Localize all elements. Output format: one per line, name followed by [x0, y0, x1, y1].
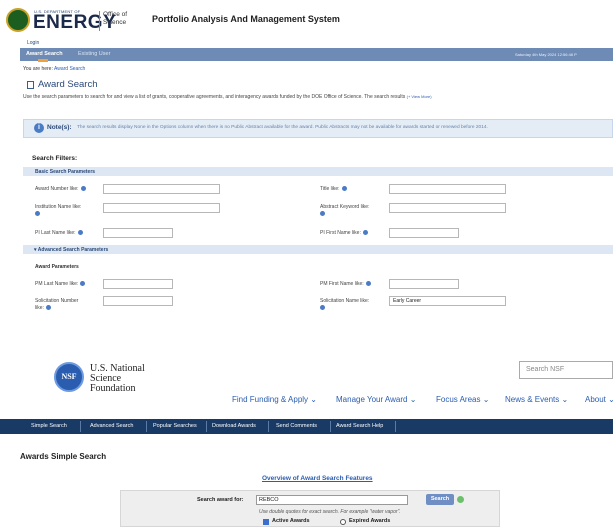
pi-first-name-input[interactable]	[389, 228, 459, 238]
help-icon[interactable]	[341, 186, 347, 192]
office-line-2: Science	[103, 19, 127, 26]
go-icon[interactable]	[457, 496, 464, 503]
help-icon[interactable]	[80, 281, 86, 287]
bar-advanced-search[interactable]: Advanced Search	[90, 423, 133, 429]
active-tab-indicator	[38, 59, 48, 62]
tab-award-search[interactable]: Award Search	[26, 51, 63, 57]
pi-last-name-input[interactable]	[103, 228, 173, 238]
solicitation-name-label: Solicitation Name like:	[320, 298, 380, 312]
title-label: Title like:	[320, 186, 347, 193]
overview-link[interactable]: Overview of Award Search Features	[262, 475, 373, 482]
office-line-1: Office of	[103, 11, 128, 18]
nsf-logo[interactable]: NSF	[54, 362, 84, 392]
bar-send-comments[interactable]: Send Comments	[276, 423, 317, 429]
abstract-keyword-input[interactable]	[389, 203, 506, 213]
help-icon[interactable]	[35, 211, 40, 217]
bar-popular-searches[interactable]: Popular Searches	[153, 423, 197, 429]
advanced-params-toggle[interactable]: ▾ Advanced Search Parameters	[34, 247, 108, 253]
nsf-wordmark: U.S. National Science Foundation	[90, 363, 145, 394]
help-icon[interactable]	[365, 281, 371, 287]
nav-manage-award[interactable]: Manage Your Award ⌄	[336, 395, 416, 404]
title-input[interactable]	[389, 184, 506, 194]
view-more-link[interactable]: (+ View More)	[407, 94, 432, 99]
chevron-down-icon: ⌄	[409, 395, 417, 404]
info-icon: i	[34, 123, 44, 133]
page-description: Use the search parameters to search for …	[23, 94, 432, 100]
current-date: Saturday 4th May 2024 12:56:46 P	[515, 52, 577, 57]
help-icon[interactable]	[80, 186, 86, 192]
doe-seal-logo	[6, 8, 30, 32]
search-hint: Use double quotes for exact search. For …	[259, 509, 401, 515]
breadcrumb: You are here: Award Search	[23, 66, 85, 72]
pi-last-name-label: PI Last Name like:	[35, 230, 83, 237]
tab-existing-user[interactable]: Existing User	[78, 51, 110, 57]
nsf-search-input[interactable]: Search NSF	[519, 361, 613, 379]
nav-news-events[interactable]: News & Events ⌄	[505, 395, 568, 404]
search-award-label: Search award for:	[197, 497, 244, 503]
help-icon[interactable]	[320, 211, 325, 217]
basic-params-bar	[23, 167, 613, 176]
logo-divider	[99, 11, 100, 31]
document-icon	[27, 81, 34, 89]
advanced-params-bar[interactable]	[23, 245, 613, 254]
search-button[interactable]: Search	[426, 494, 454, 505]
nav-focus-areas[interactable]: Focus Areas ⌄	[436, 395, 489, 404]
pm-first-name-label: PM First Name like:	[320, 281, 371, 288]
note-label: Note(s):	[47, 124, 72, 131]
system-title: Portfolio Analysis And Management System	[152, 14, 340, 24]
abstract-keyword-label: Abstract Keyword like:	[320, 204, 382, 218]
solicitation-number-label: Solicitation Number like:	[35, 298, 79, 311]
institution-label: Institution Name like:	[35, 204, 95, 218]
expired-awards-label[interactable]: Expired Awards	[349, 518, 390, 524]
note-text: The search results display None in the O…	[77, 125, 488, 130]
expired-awards-checkbox[interactable]	[340, 519, 346, 525]
page-title: Awards Simple Search	[20, 452, 107, 461]
award-number-input[interactable]	[103, 184, 220, 194]
office-of-science-label: Office of Science	[103, 11, 127, 27]
bar-download-awards[interactable]: Download Awards	[212, 423, 256, 429]
solicitation-number-input[interactable]	[103, 296, 173, 306]
award-params-label: Award Parameters	[35, 264, 79, 270]
description-text: Use the search parameters to search for …	[23, 94, 406, 100]
breadcrumb-prefix: You are here:	[23, 66, 53, 72]
solicitation-name-input[interactable]: Early Career	[389, 296, 506, 306]
basic-params-label: Basic Search Parameters	[35, 169, 96, 175]
nav-find-funding[interactable]: Find Funding & Apply ⌄	[232, 395, 317, 404]
bar-simple-search[interactable]: Simple Search	[31, 423, 67, 429]
award-number-label: Award Number like:	[35, 186, 86, 193]
chevron-down-icon: ⌄	[608, 395, 613, 404]
pm-last-name-label: PM Last Name like:	[35, 281, 86, 288]
pi-first-name-label: PI First Name like:	[320, 230, 368, 237]
institution-input[interactable]	[103, 203, 220, 213]
award-search-input[interactable]: REBCO	[256, 495, 408, 505]
chevron-down-icon: ⌄	[482, 395, 490, 404]
bar-award-search-help[interactable]: Award Search Help	[336, 423, 383, 429]
search-filters-heading: Search Filters:	[32, 155, 78, 162]
chevron-down-icon: ⌄	[310, 395, 317, 404]
nav-about[interactable]: About ⌄	[585, 395, 613, 404]
page-title: Award Search	[38, 79, 98, 90]
breadcrumb-award-search-link[interactable]: Award Search	[54, 66, 85, 72]
help-icon[interactable]	[45, 305, 51, 311]
chevron-down-icon: ⌄	[561, 395, 569, 404]
help-icon[interactable]	[77, 230, 83, 236]
pm-last-name-input[interactable]	[103, 279, 173, 289]
help-icon[interactable]	[320, 305, 325, 311]
active-awards-label[interactable]: Active Awards	[272, 518, 310, 524]
pm-first-name-input[interactable]	[389, 279, 459, 289]
active-awards-checkbox[interactable]	[263, 519, 269, 525]
help-icon[interactable]	[362, 230, 368, 236]
